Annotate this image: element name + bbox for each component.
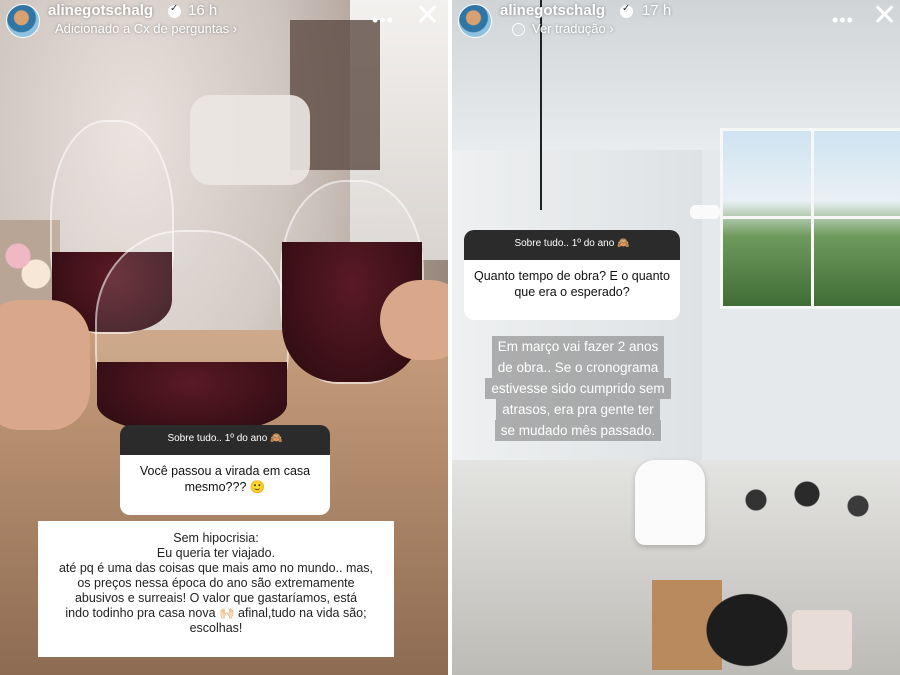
photo-toilet [635, 460, 705, 545]
more-icon[interactable]: ••• [372, 10, 394, 31]
username[interactable]: alinegotschalg [500, 2, 605, 19]
answer-line: Sem hipocrisia: [173, 531, 259, 545]
answer-line: escolhas! [189, 621, 243, 635]
close-icon[interactable]: ✕ [415, 0, 440, 33]
question-sticker-header: Sobre tudo.. 1º do ano 🙈 [464, 230, 680, 260]
story-header: alinegotschalg 16 h Adicionado a Cx de p… [0, 0, 448, 48]
globe-icon [512, 23, 525, 36]
answer-line: de obra.. Se o cronograma [491, 357, 665, 378]
photo-package [792, 610, 852, 670]
stories-viewer: alinegotschalg 16 h Adicionado a Cx de p… [0, 0, 900, 675]
more-icon[interactable]: ••• [832, 10, 854, 31]
photo-shower-head [690, 205, 720, 219]
answer-line: atrasos, era pra gente ter [496, 399, 660, 420]
answer-line: indo todinho pra casa nova 🙌🏻 afinal,tud… [65, 606, 367, 620]
photo-window [720, 128, 900, 309]
hand [0, 300, 90, 430]
translate-link[interactable]: Ver tradução › [532, 21, 614, 36]
answer-text-box: Sem hipocrisia: Eu queria ter viajado. a… [38, 521, 394, 657]
answer-line: estivesse sido cumprido sem [485, 378, 671, 399]
story-header: alinegotschalg 17 h Ver tradução › ••• ✕ [452, 0, 900, 48]
question-sticker-header: Sobre tudo.. 1º do ano 🙈 [120, 425, 330, 455]
answer-line: se mudado mês passado. [494, 420, 662, 441]
answer-line: Eu queria ter viajado. [156, 546, 276, 560]
answer-text-box: Em março vai fazer 2 anos de obra.. Se o… [460, 336, 696, 441]
answer-line: os preços nessa época do ano são extrema… [77, 576, 355, 590]
close-icon[interactable]: ✕ [872, 0, 897, 33]
answer-line: até pq é uma das coisas que mais amo no … [58, 561, 374, 575]
story-panel-left[interactable]: alinegotschalg 16 h Adicionado a Cx de p… [0, 0, 448, 675]
photo-sofa [190, 95, 310, 185]
question-sticker-text[interactable]: Você passou a virada em casa mesmo??? 🙂 [120, 455, 330, 515]
answer-line: Em março vai fazer 2 anos [491, 336, 665, 357]
post-time: 16 h [188, 2, 218, 19]
photo-bags [702, 590, 792, 670]
verified-icon [168, 3, 181, 18]
avatar[interactable] [458, 4, 492, 38]
verified-icon [620, 3, 633, 18]
story-panel-right[interactable]: alinegotschalg 17 h Ver tradução › ••• ✕… [452, 0, 900, 675]
username[interactable]: alinegotschalg [48, 2, 153, 19]
photo-rubble [722, 470, 892, 530]
post-time: 17 h [642, 2, 672, 19]
question-sticker-text[interactable]: Quanto tempo de obra? E o quanto que era… [464, 260, 680, 320]
avatar[interactable] [6, 4, 40, 38]
story-subtitle-link[interactable]: Adicionado a Cx de perguntas › [55, 21, 237, 36]
wine-glass [95, 230, 289, 434]
answer-line: abusivos e surreais! O valor que gastarí… [74, 591, 358, 605]
